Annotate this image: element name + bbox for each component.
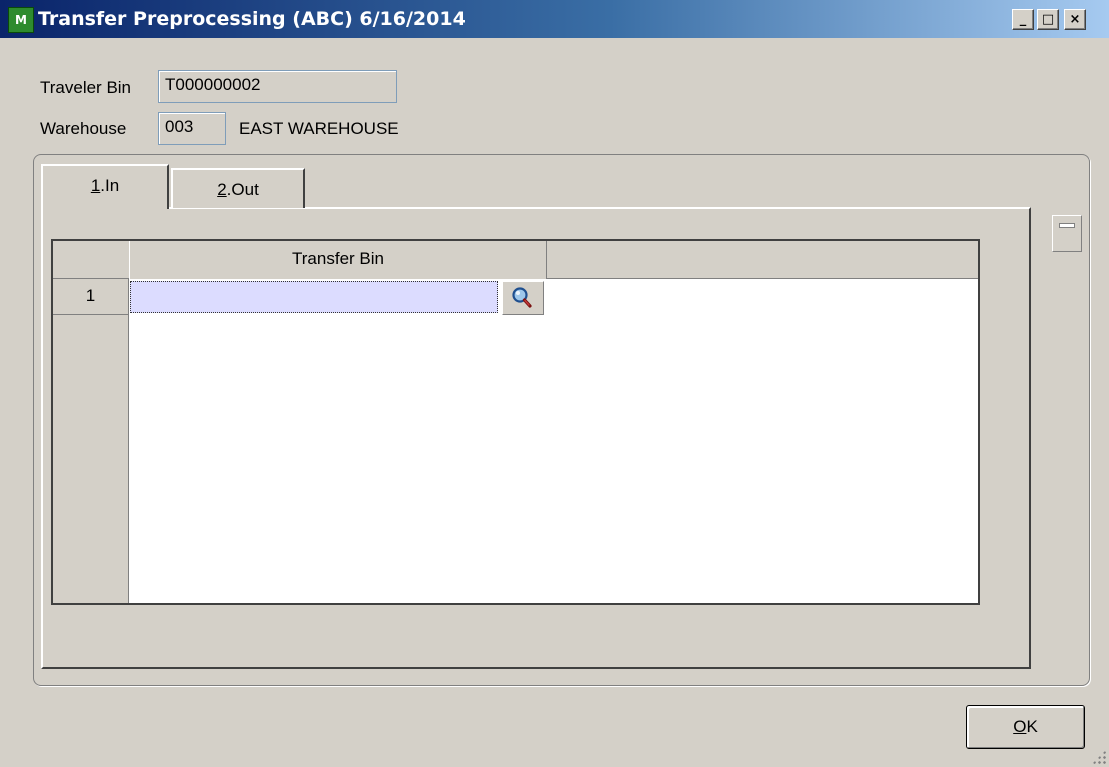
- title-bar: M Transfer Preprocessing (ABC) 6/16/2014…: [0, 0, 1109, 38]
- traveler-bin-label: Traveler Bin: [40, 78, 132, 97]
- tab-in-label: .In: [100, 176, 120, 195]
- transfer-bin-grid[interactable]: Transfer Bin 1: [51, 239, 980, 605]
- tab-out[interactable]: 2.Out: [171, 168, 305, 208]
- warehouse-name: EAST WAREHOUSE: [239, 119, 399, 138]
- warehouse-label: Warehouse: [40, 119, 127, 138]
- traveler-bin-field[interactable]: T000000002: [158, 70, 397, 103]
- warehouse-code-field[interactable]: 003: [158, 112, 226, 145]
- tab-in[interactable]: 1.In: [41, 164, 169, 209]
- ok-label: K: [1026, 717, 1038, 736]
- tab-in-hotkey: 1: [90, 176, 101, 195]
- column-header-transfer-bin[interactable]: Transfer Bin: [129, 241, 547, 279]
- close-button[interactable]: ×: [1064, 9, 1086, 30]
- minimize-button[interactable]: _: [1012, 9, 1034, 30]
- lookup-button[interactable]: [502, 281, 544, 315]
- ok-button[interactable]: OK: [966, 705, 1085, 749]
- app-icon[interactable]: M: [8, 7, 34, 33]
- tab-out-hotkey: 2: [217, 180, 227, 199]
- ok-hotkey: O: [1013, 717, 1027, 736]
- window-title: Transfer Preprocessing (ABC) 6/16/2014: [38, 8, 466, 30]
- panel-side-button[interactable]: [1052, 215, 1082, 252]
- maximize-button[interactable]: □: [1037, 9, 1059, 30]
- row-number[interactable]: 1: [53, 279, 129, 315]
- transfer-bin-cell-input[interactable]: [130, 281, 498, 313]
- resize-grip[interactable]: [1092, 750, 1106, 764]
- magnifier-lookup-icon: [512, 287, 532, 308]
- tab-out-label: .Out: [226, 180, 259, 199]
